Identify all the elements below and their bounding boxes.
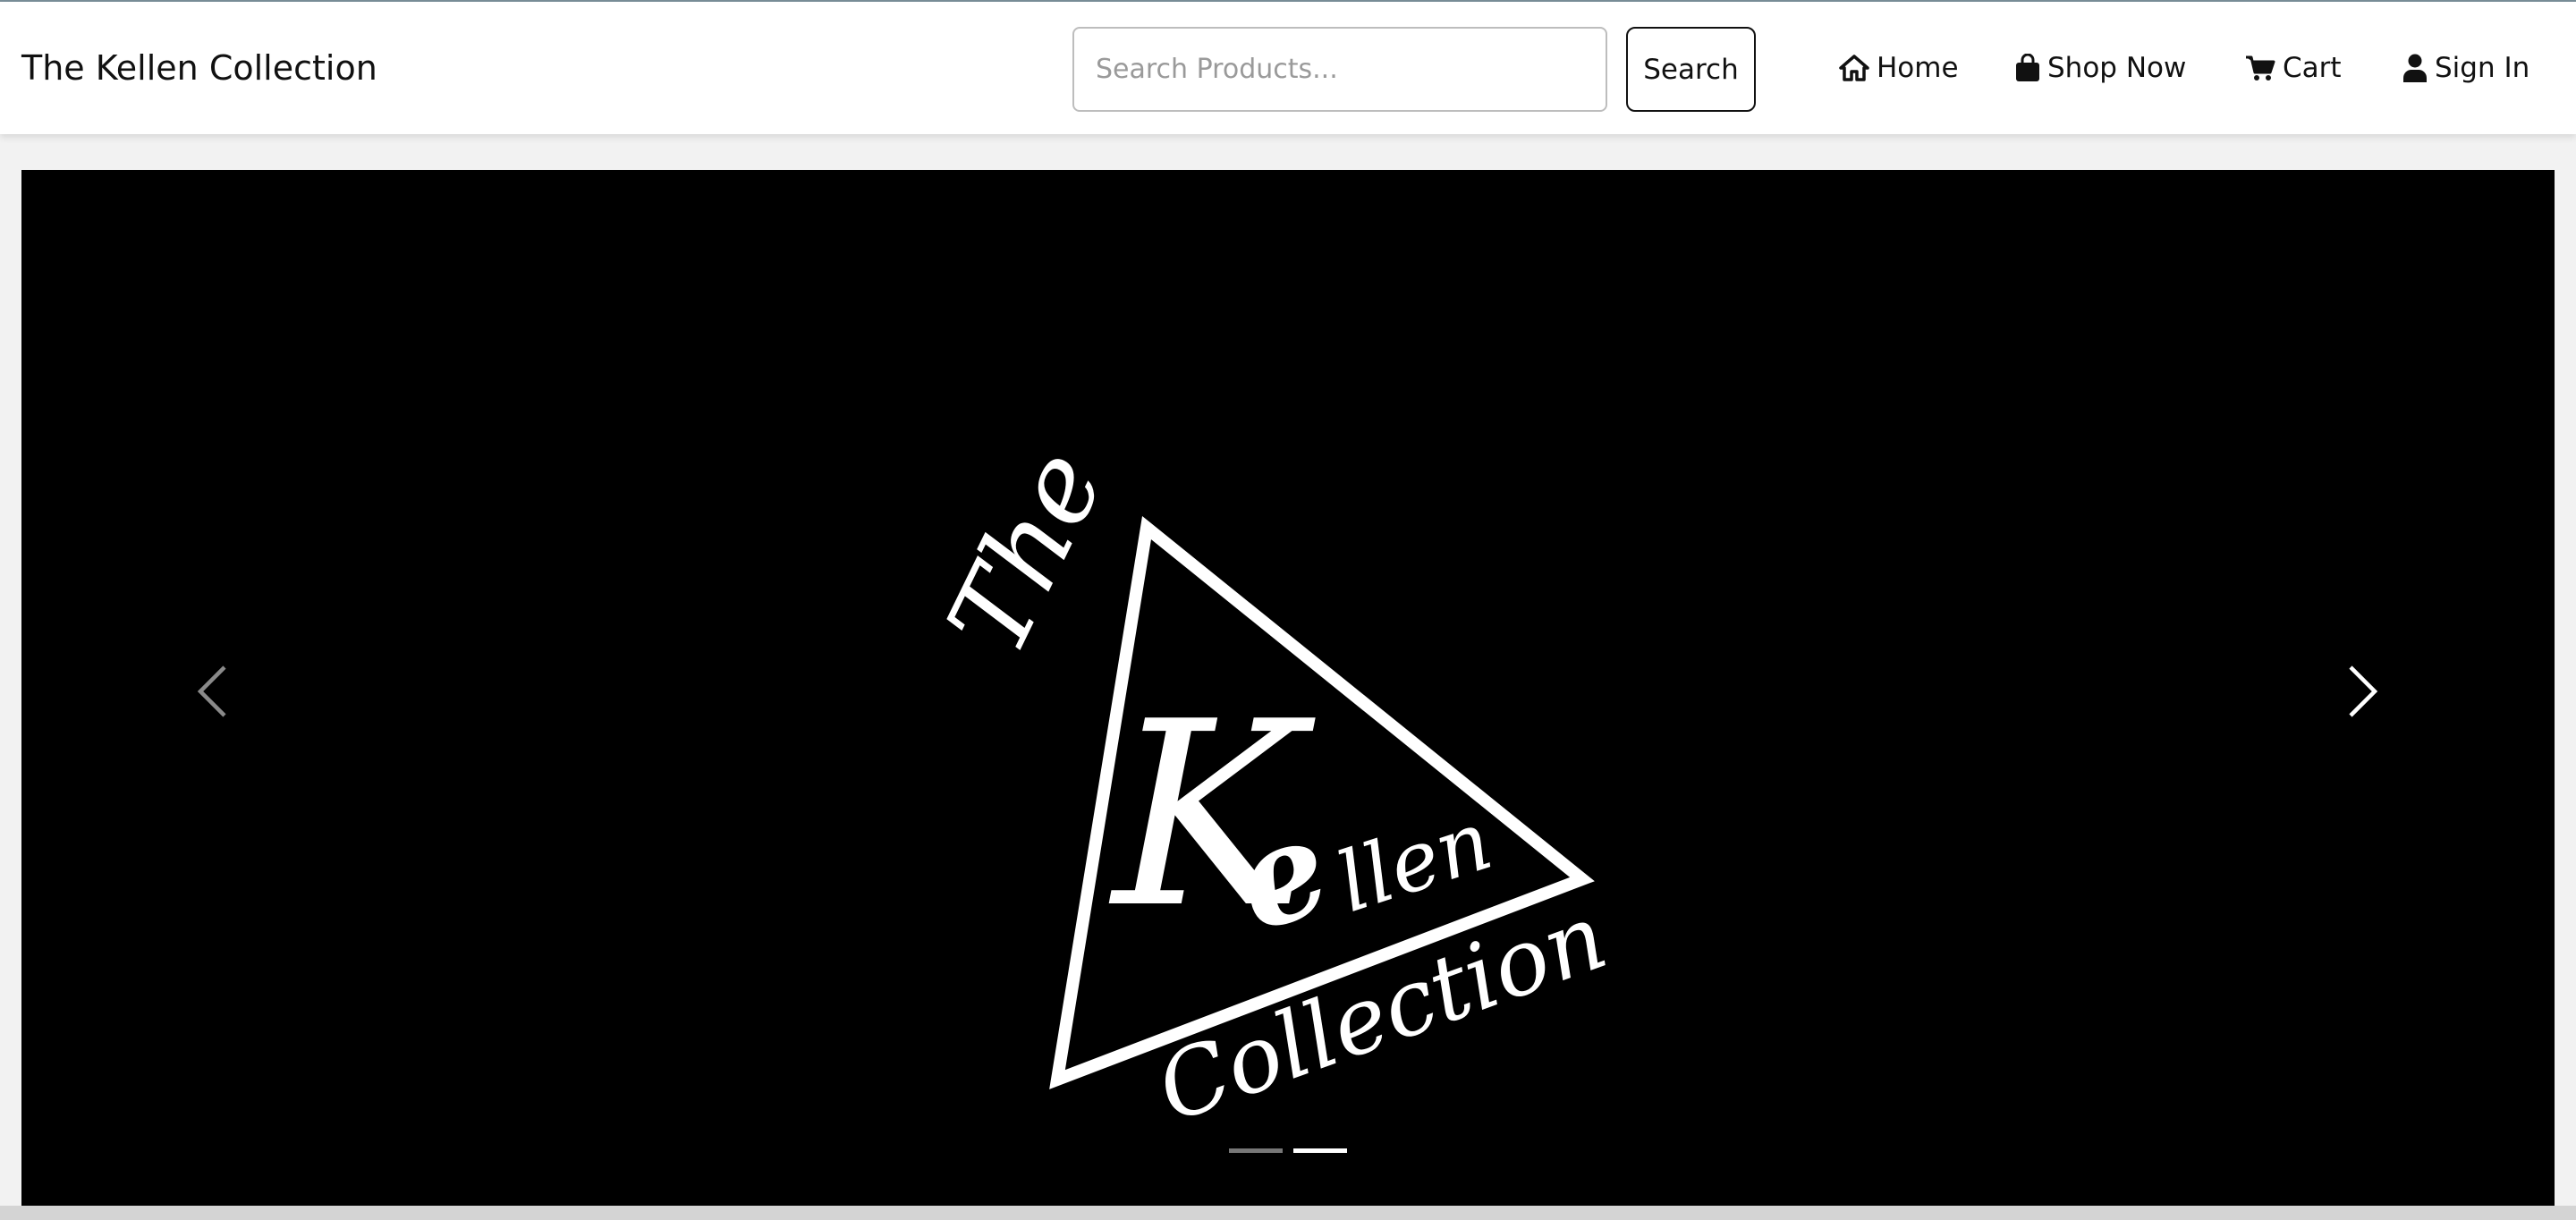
brand-title[interactable]: The Kellen Collection <box>21 2 377 134</box>
nav-sign-in-label: Sign In <box>2435 52 2530 84</box>
chevron-left-icon <box>196 665 228 722</box>
nav-home[interactable]: Home <box>1839 2 1959 134</box>
carousel-indicator-2[interactable] <box>1293 1148 1347 1153</box>
carousel-indicator-1[interactable] <box>1229 1148 1283 1153</box>
nav-sign-in[interactable]: Sign In <box>2402 2 2529 134</box>
navbar: The Kellen Collection Search Home Shop N… <box>0 2 2576 134</box>
cart-icon <box>2245 55 2275 81</box>
logo-word-llen: llen <box>1326 792 1503 931</box>
page-bottom-edge <box>0 1206 2576 1220</box>
shopping-bag-icon <box>2015 54 2040 82</box>
nav-shop-now-label: Shop Now <box>2047 52 2187 84</box>
search-button[interactable]: Search <box>1626 27 1756 112</box>
nav-cart[interactable]: Cart <box>2245 2 2342 134</box>
user-icon <box>2402 54 2428 82</box>
brand-logo-image: The K e llen Collection <box>929 431 1620 1127</box>
chevron-right-icon <box>2347 665 2379 722</box>
nav-home-label: Home <box>1877 52 1959 84</box>
hero-carousel: The K e llen Collection <box>21 170 2555 1206</box>
carousel-next-button[interactable] <box>2327 648 2399 738</box>
nav-shop-now[interactable]: Shop Now <box>2015 2 2186 134</box>
logo-word-the: The <box>929 431 1129 674</box>
search-input[interactable] <box>1072 27 1607 112</box>
home-icon <box>1839 55 1869 81</box>
nav-cart-label: Cart <box>2283 52 2342 84</box>
carousel-prev-button[interactable] <box>176 648 248 738</box>
carousel-indicators <box>21 1148 2555 1153</box>
